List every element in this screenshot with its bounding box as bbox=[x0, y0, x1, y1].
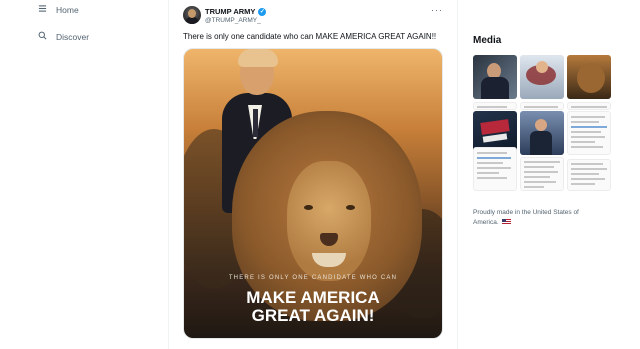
avatar[interactable] bbox=[183, 6, 201, 24]
verified-badge-icon: ✓ bbox=[258, 7, 267, 16]
tweet: TRUMP ARMY ✓ @TRUMP_ARMY_ ··· There is o… bbox=[169, 0, 457, 349]
media-heading: Media bbox=[473, 35, 502, 46]
image-subtitle: THERE IS ONLY ONE CANDIDATE WHO CAN bbox=[228, 275, 398, 281]
image-title-line2: GREAT AGAIN! bbox=[251, 306, 375, 325]
nav-item-home-label: Home bbox=[56, 4, 79, 15]
nav-item-home[interactable]: Home bbox=[38, 4, 79, 15]
footer-text-label: Proudly made in the United States of Ame… bbox=[473, 209, 579, 226]
media-thumbnail[interactable] bbox=[520, 102, 564, 110]
author-display-name: TRUMP ARMY bbox=[205, 7, 256, 16]
more-options-icon[interactable]: ··· bbox=[431, 5, 443, 15]
media-thumbnail[interactable] bbox=[520, 157, 564, 191]
left-navigation: Home Discover bbox=[0, 0, 168, 349]
search-icon bbox=[38, 31, 47, 42]
media-thumbnail[interactable] bbox=[567, 159, 611, 191]
media-thumbnail[interactable] bbox=[473, 147, 517, 191]
media-thumbnail[interactable] bbox=[567, 102, 611, 110]
tweet-text: There is only one candidate who can MAKE… bbox=[183, 32, 437, 41]
tweet-image[interactable]: THERE IS ONLY ONE CANDIDATE WHO CAN MAKE… bbox=[183, 48, 443, 339]
footer-text: Proudly made in the United States of Ame… bbox=[473, 208, 593, 228]
column-divider bbox=[457, 0, 458, 349]
author-handle[interactable]: @TRUMP_ARMY_ bbox=[205, 17, 261, 24]
media-thumbnail[interactable] bbox=[567, 55, 611, 99]
media-thumbnail[interactable] bbox=[473, 55, 517, 99]
image-title-line1: MAKE AMERICA bbox=[246, 288, 380, 307]
media-thumbnail[interactable] bbox=[520, 55, 564, 99]
nav-item-discover[interactable]: Discover bbox=[38, 31, 89, 42]
media-thumbnail[interactable] bbox=[567, 111, 611, 155]
nav-item-discover-label: Discover bbox=[56, 31, 90, 42]
home-icon bbox=[38, 4, 47, 15]
media-thumbnail[interactable] bbox=[520, 111, 564, 155]
us-flag-icon bbox=[502, 219, 512, 226]
author-name[interactable]: TRUMP ARMY ✓ bbox=[205, 7, 267, 16]
media-thumbnail[interactable] bbox=[473, 102, 517, 110]
